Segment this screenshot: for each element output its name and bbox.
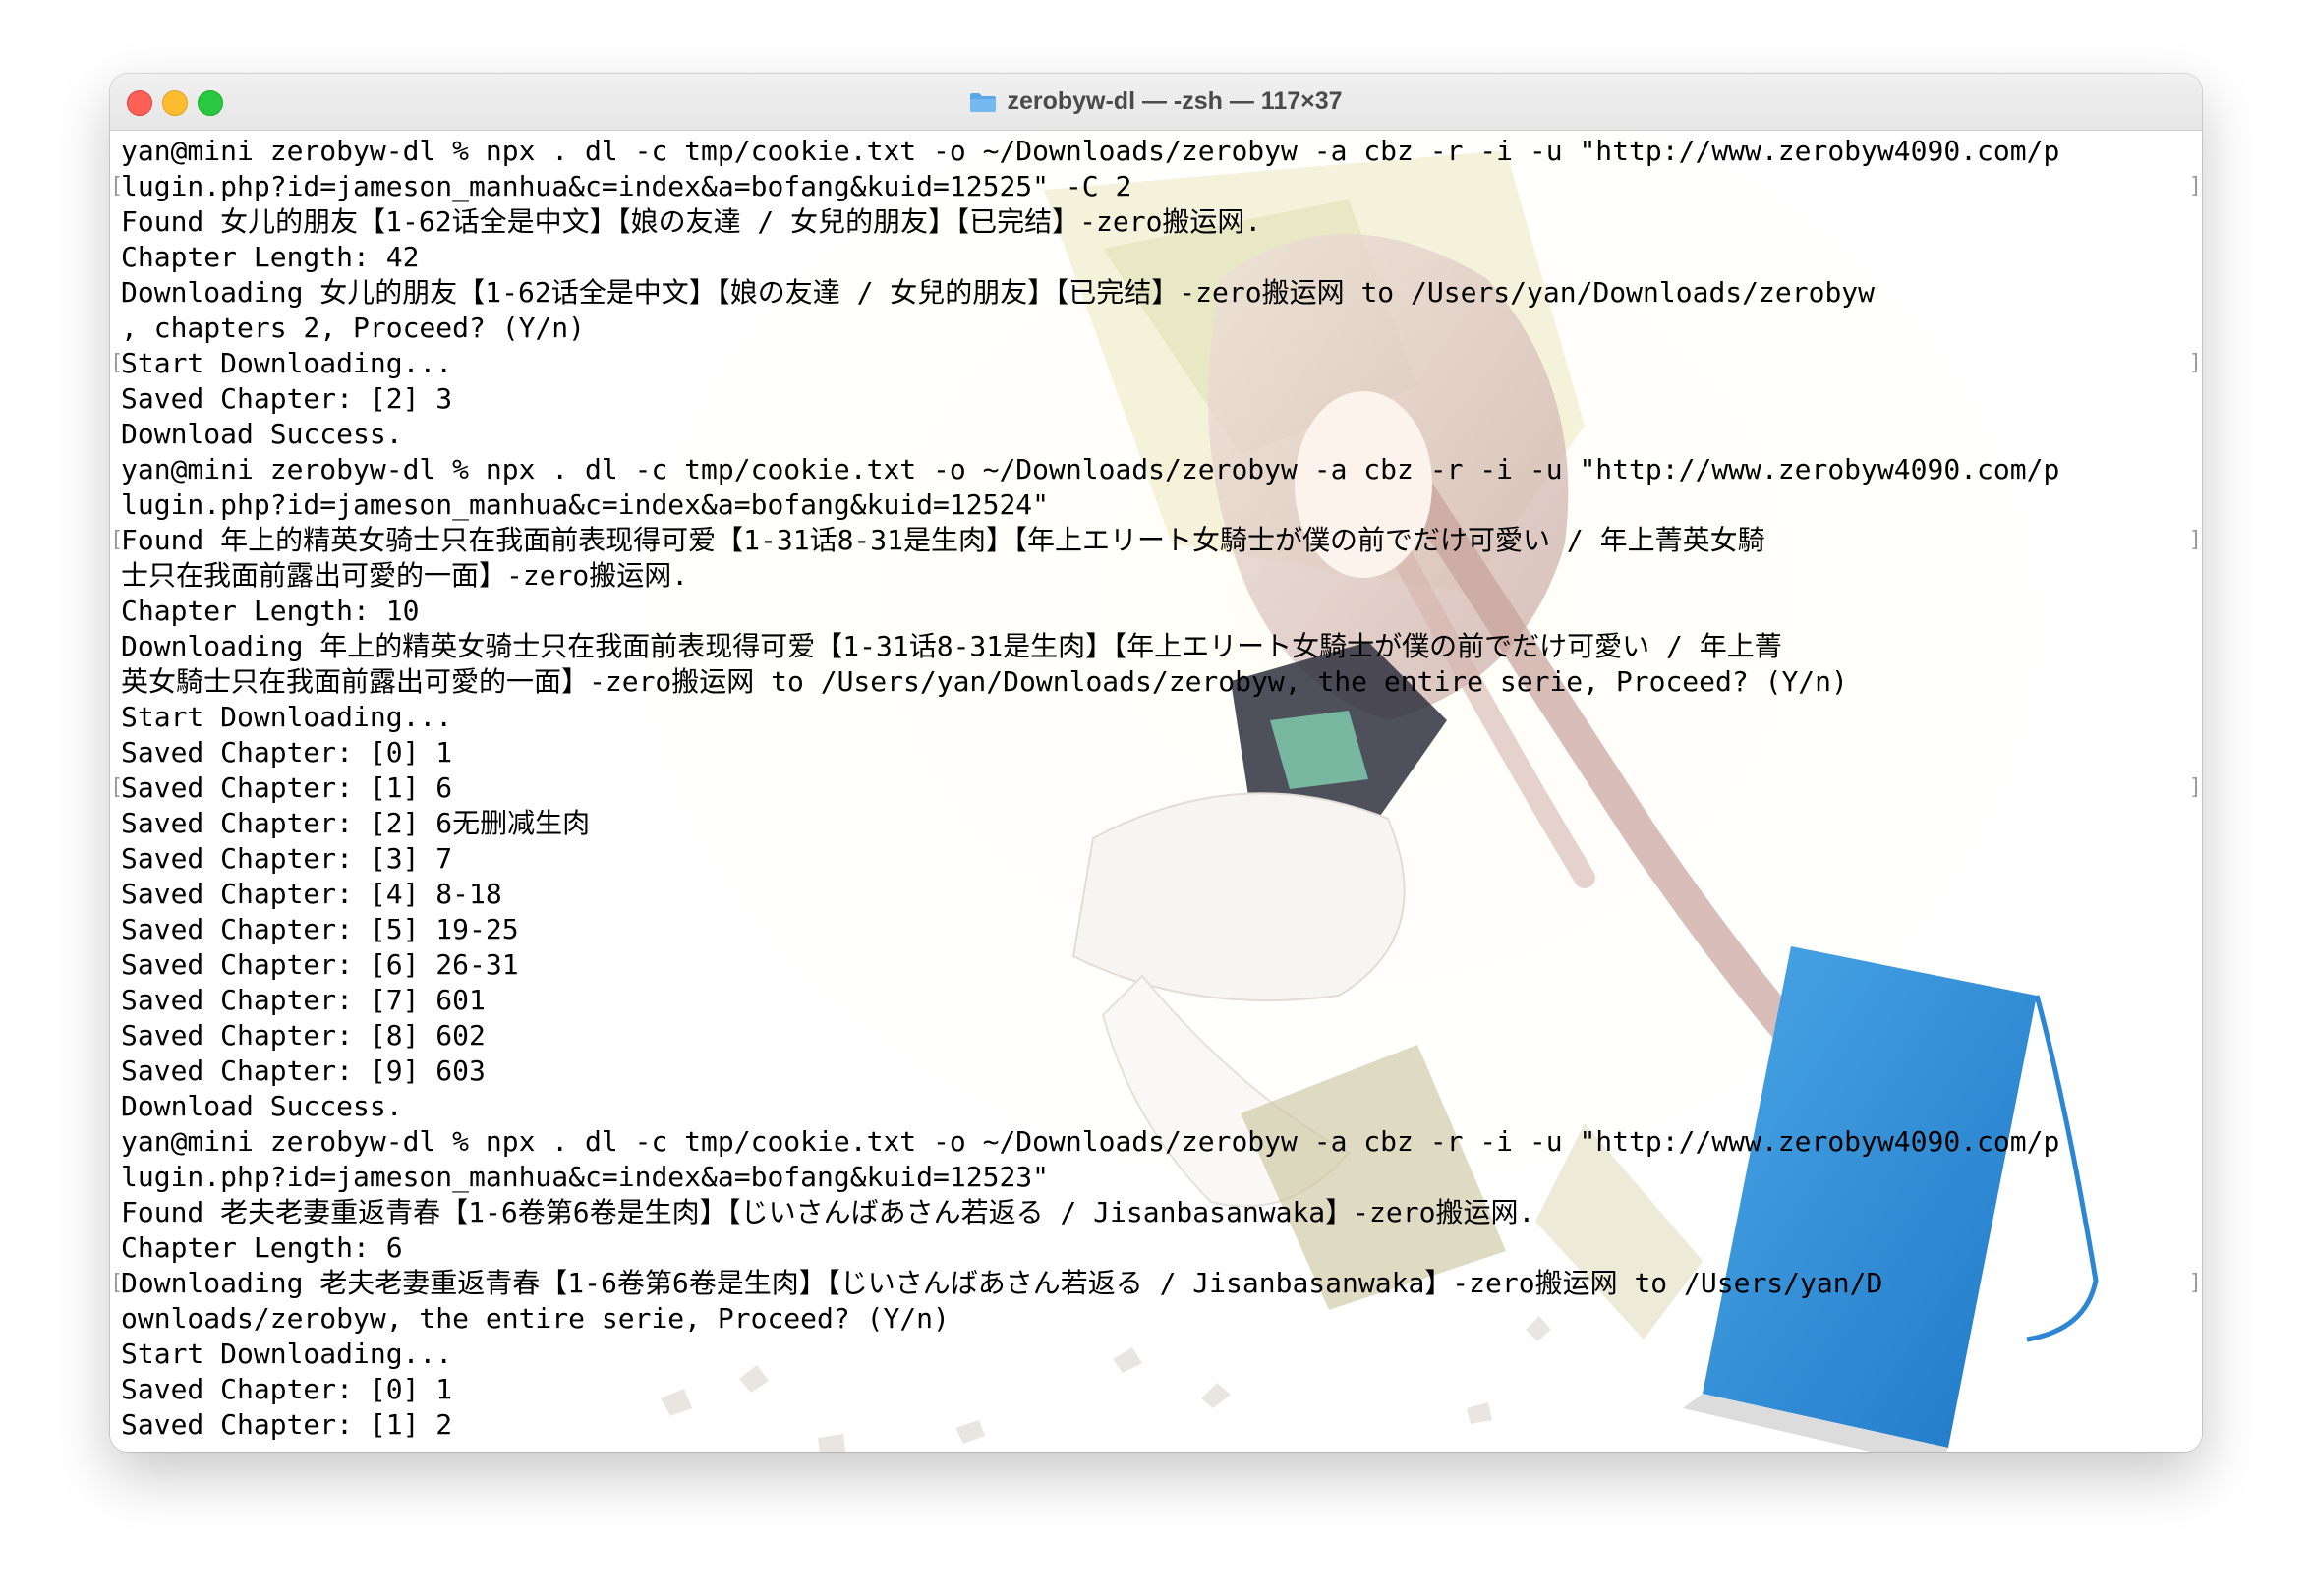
terminal-line: Saved Chapter: [9] 603 <box>121 1054 486 1087</box>
terminal-line: Saved Chapter: [0] 1 <box>121 736 453 769</box>
terminal-line: Saved Chapter: [1] 2 <box>121 1408 453 1441</box>
terminal-line: Saved Chapter: [1] 6 <box>121 771 453 804</box>
terminal-line: Chapter Length: 10 <box>121 595 420 627</box>
terminal-line: Downloading 年上的精英女骑士只在我面前表现得可爱【1-31话8-31… <box>121 630 1782 662</box>
terminal-line: lugin.php?id=jameson_manhua&c=index&a=bo… <box>121 488 1050 521</box>
window-title: zerobyw-dl — -zsh — 117×37 <box>1007 87 1343 115</box>
terminal-line: lugin.php?id=jameson_manhua&c=index&a=bo… <box>121 170 1132 202</box>
terminal-line: 士只在我面前露出可愛的一面】-zero搬运网. <box>121 559 689 592</box>
terminal-line: Saved Chapter: [5] 19-25 <box>121 913 519 945</box>
terminal-line: Downloading 老夫老妻重返青春【1-6卷第6卷是生肉】【じいさんばあさ… <box>121 1267 1883 1299</box>
terminal-line: Found 女儿的朋友【1-62话全是中文】【娘の友達 / 女兒的朋友】【已完结… <box>121 205 1262 238</box>
terminal-line: Chapter Length: 42 <box>121 241 420 273</box>
terminal-window: zerobyw-dl — -zsh — 117×37 [] [] [] [… <box>110 74 2202 1452</box>
terminal-content[interactable]: [ ] [ ] [ ] [ ] [ ] yan@mini zerobyw-dl … <box>110 131 2202 1452</box>
terminal-line: Download Success. <box>121 1090 403 1122</box>
terminal-line: Saved Chapter: [4] 8-18 <box>121 878 502 910</box>
terminal-line: Saved Chapter: [8] 602 <box>121 1019 486 1052</box>
terminal-line: Saved Chapter: [7] 601 <box>121 984 486 1016</box>
terminal-line: Start Downloading... <box>121 701 453 733</box>
terminal-line: Saved Chapter: [6] 26-31 <box>121 948 519 981</box>
terminal-line: , chapters 2, Proceed? (Y/n) <box>121 312 586 344</box>
title-group: zerobyw-dl — -zsh — 117×37 <box>110 74 2202 130</box>
terminal-line: Found 年上的精英女骑士只在我面前表现得可爱【1-31话8-31是生肉】【年… <box>121 524 1765 556</box>
terminal-line: Start Downloading... <box>121 1338 453 1370</box>
terminal-line: Download Success. <box>121 418 403 450</box>
terminal-line: Downloading 女儿的朋友【1-62话全是中文】【娘の友達 / 女兒的朋… <box>121 276 1876 309</box>
terminal-line: Saved Chapter: [2] 3 <box>121 382 453 415</box>
terminal-line: Found 老夫老妻重返青春【1-6卷第6卷是生肉】【じいさんばあさん若返る /… <box>121 1196 1535 1228</box>
terminal-line: 英女騎士只在我面前露出可愛的一面】-zero搬运网 to /Users/yan/… <box>121 665 1848 698</box>
terminal-line: yan@mini zerobyw-dl % npx . dl -c tmp/co… <box>121 453 2060 485</box>
terminal-line: Saved Chapter: [2] 6无删减生肉 <box>121 807 591 839</box>
terminal-line: yan@mini zerobyw-dl % npx . dl -c tmp/co… <box>121 1125 2060 1158</box>
terminal-line: lugin.php?id=jameson_manhua&c=index&a=bo… <box>121 1161 1050 1193</box>
terminal-line: Start Downloading... <box>121 347 453 379</box>
terminal-line: Saved Chapter: [0] 1 <box>121 1373 453 1405</box>
terminal-output[interactable]: yan@mini zerobyw-dl % npx . dl -c tmp/co… <box>121 134 2192 1443</box>
folder-icon <box>970 92 997 112</box>
terminal-line: yan@mini zerobyw-dl % npx . dl -c tmp/co… <box>121 135 2060 167</box>
terminal-line: Saved Chapter: [3] 7 <box>121 842 453 875</box>
title-bar[interactable]: zerobyw-dl — -zsh — 117×37 <box>110 74 2202 131</box>
terminal-line: Chapter Length: 6 <box>121 1231 403 1264</box>
terminal-line: ownloads/zerobyw, the entire serie, Proc… <box>121 1302 950 1335</box>
